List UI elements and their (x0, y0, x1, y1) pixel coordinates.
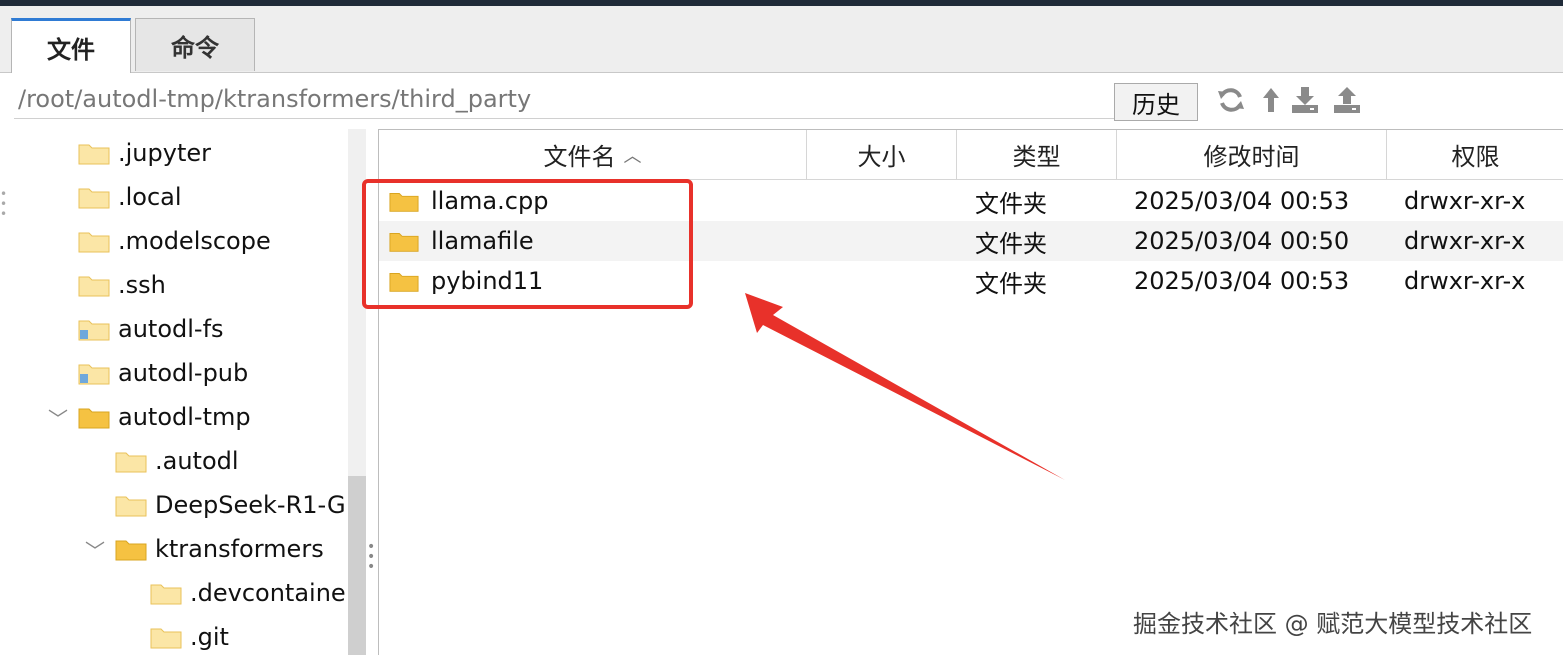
pane-grip: • • • (0, 187, 8, 221)
tree-item[interactable]: .jupyter (78, 133, 211, 173)
tab-files[interactable]: 文件 (11, 18, 131, 73)
folder-icon (78, 144, 110, 165)
folder-icon (78, 188, 110, 209)
folder-icon (115, 540, 147, 561)
tree-item[interactable]: .autodl (115, 441, 239, 481)
folder-icon (78, 276, 110, 297)
tree-item-label: autodl-tmp (118, 403, 251, 431)
tree-item[interactable]: ktransformers (115, 529, 324, 569)
up-icon[interactable] (1256, 85, 1286, 115)
tree-item[interactable]: autodl-pub (78, 353, 248, 393)
tree-item-label: autodl-fs (118, 315, 224, 343)
column-header-perm[interactable]: 权限 (1387, 130, 1563, 180)
file-mtime: 2025/03/04 00:50 (1134, 227, 1350, 255)
folder-icon (78, 232, 110, 253)
column-header-label: 文件名 (543, 143, 616, 171)
tree-item[interactable]: .ssh (78, 265, 166, 305)
upload-icon[interactable] (1332, 85, 1362, 115)
file-perm: drwxr-xr-x (1404, 227, 1526, 255)
tree-item-label: .local (118, 183, 182, 211)
file-perm: drwxr-xr-x (1404, 267, 1526, 295)
file-mtime: 2025/03/04 00:53 (1134, 187, 1350, 215)
tree-item-label: .modelscope (118, 227, 271, 255)
column-header-type[interactable]: 类型 (957, 130, 1117, 180)
download-icon[interactable] (1290, 85, 1320, 115)
folder-icon (78, 408, 110, 429)
tree-item[interactable]: .git (150, 617, 229, 655)
column-header-size[interactable]: 大小 (807, 130, 957, 180)
file-mtime: 2025/03/04 00:53 (1134, 267, 1350, 295)
folder-tree: • • • .jupyter .local .modelscope .ssh aut… (0, 129, 348, 655)
tree-item-label: .autodl (155, 447, 239, 475)
folder-icon (150, 628, 182, 649)
tab-strip: 文件 命令 (0, 6, 1563, 73)
tree-item[interactable]: autodl-tmp (78, 397, 251, 437)
file-perm: drwxr-xr-x (1404, 187, 1526, 215)
tree-item-label: ktransformers (155, 535, 324, 563)
refresh-icon[interactable] (1216, 85, 1246, 115)
folder-link-icon (78, 364, 110, 385)
column-header-name[interactable]: 文件名 ︿ (379, 130, 807, 180)
tree-item[interactable]: DeepSeek-R1-G (115, 485, 346, 525)
tree-item[interactable]: .devcontaine (150, 573, 346, 613)
tree-item[interactable]: .local (78, 177, 182, 217)
folder-icon (115, 452, 147, 473)
annotation-arrow-icon (745, 293, 1065, 480)
file-type: 文件夹 (975, 229, 1047, 258)
tree-item-label: .git (190, 623, 229, 651)
splitter-grip[interactable]: • • • (367, 540, 375, 574)
tree-scrollbar-thumb[interactable] (348, 476, 366, 655)
folder-link-icon (78, 320, 110, 341)
annotation-highlight-box (362, 179, 693, 309)
tab-commands[interactable]: 命令 (135, 18, 255, 71)
tree-item[interactable]: autodl-fs (78, 309, 224, 349)
folder-icon (115, 496, 147, 517)
chevron-down-icon[interactable]: ﹀ (48, 403, 68, 432)
folder-icon (150, 584, 182, 605)
file-type: 文件夹 (975, 189, 1047, 218)
tree-item-label: .jupyter (118, 139, 211, 167)
tree-item[interactable]: .modelscope (78, 221, 271, 261)
chevron-down-icon[interactable]: ﹀ (85, 535, 105, 564)
column-header-mtime[interactable]: 修改时间 (1117, 130, 1387, 180)
path-input[interactable] (14, 79, 1114, 119)
history-button[interactable]: 历史 (1114, 83, 1198, 121)
tree-item-label: .ssh (118, 271, 166, 299)
tree-item-label: DeepSeek-R1-G (155, 491, 346, 519)
tree-item-label: autodl-pub (118, 359, 249, 387)
watermark: 掘金技术社区 @ 赋范大模型技术社区 (1133, 610, 1533, 638)
sort-ascending-icon: ︿ (623, 145, 642, 167)
path-bar: 历史 (0, 73, 1563, 129)
tree-item-label: .devcontaine (190, 579, 346, 607)
